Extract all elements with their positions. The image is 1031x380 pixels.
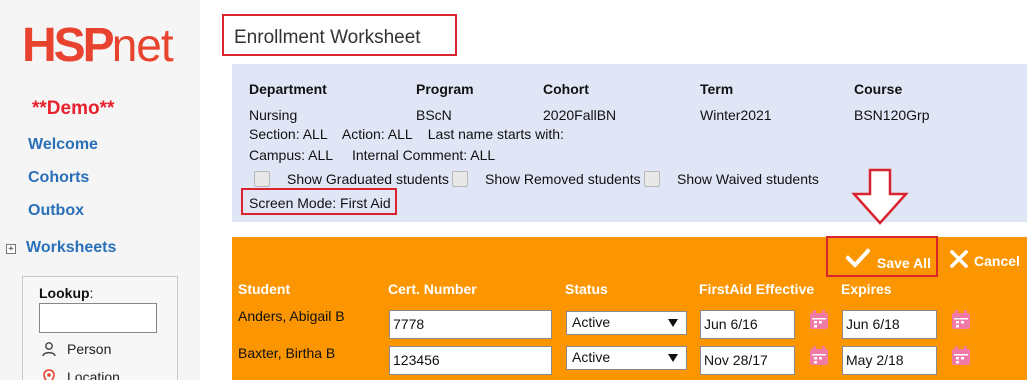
expires-input-row-1[interactable]: Jun 6/18 bbox=[842, 310, 937, 339]
nav-welcome[interactable]: Welcome bbox=[28, 136, 98, 154]
lookup-input[interactable] bbox=[39, 303, 157, 333]
column-header-expires: Expires bbox=[841, 281, 892, 297]
column-header-firstaid-effective: FirstAid Effective bbox=[699, 281, 815, 297]
checkmark-icon bbox=[846, 248, 870, 268]
header-course: Course bbox=[854, 81, 903, 97]
expires-input-row-2[interactable]: May 2/18 bbox=[842, 346, 937, 375]
down-arrow-annotation-icon bbox=[851, 168, 909, 225]
cert-number-input-row-1[interactable]: 7778 bbox=[389, 310, 552, 339]
calendar-icon[interactable] bbox=[950, 309, 972, 331]
logo-secondary: net bbox=[111, 19, 174, 71]
value-term: Winter2021 bbox=[700, 107, 772, 123]
value-cohort: 2020FallBN bbox=[543, 107, 617, 123]
filters-line: Section: ALL Action: ALL Last name start… bbox=[249, 126, 564, 142]
expand-plus-icon[interactable]: + bbox=[6, 244, 16, 254]
firstaid-effective-input-row-1[interactable]: Jun 6/16 bbox=[700, 310, 795, 339]
checkbox-show-removed-label: Show Removed students bbox=[485, 171, 641, 187]
nav-cohorts[interactable]: Cohorts bbox=[28, 169, 89, 187]
dropdown-caret-icon bbox=[668, 319, 678, 327]
campus-line: Campus: ALL Internal Comment: ALL bbox=[249, 147, 496, 163]
student-name-row-1: Anders, Abigail B bbox=[238, 308, 345, 324]
screen-mode-text: Screen Mode: First Aid bbox=[249, 195, 391, 211]
lookup-panel: Lookup: Person Location bbox=[22, 276, 178, 380]
page-title-highlight: Enrollment Worksheet bbox=[222, 14, 457, 56]
firstaid-effective-input-row-2[interactable]: Nov 28/17 bbox=[700, 346, 795, 375]
cert-number-input-row-2[interactable]: 123456 bbox=[389, 346, 552, 375]
sidebar: HSPnet **Demo** Welcome Cohorts Outbox +… bbox=[0, 0, 200, 380]
status-select-value-row-1: Active bbox=[572, 314, 611, 330]
lookup-option-person[interactable]: Person bbox=[41, 341, 111, 357]
demo-label: **Demo** bbox=[32, 98, 115, 119]
logo-primary: HSP bbox=[22, 19, 115, 72]
dropdown-caret-icon bbox=[668, 354, 678, 362]
column-header-student: Student bbox=[238, 281, 291, 297]
value-course: BSN120Grp bbox=[854, 107, 930, 123]
checkbox-show-waived-label: Show Waived students bbox=[677, 171, 819, 187]
lookup-label-row: Lookup: bbox=[39, 285, 93, 301]
close-icon bbox=[950, 250, 968, 268]
value-department: Nursing bbox=[249, 107, 298, 123]
header-program: Program bbox=[416, 81, 474, 97]
column-header-cert-number: Cert. Number bbox=[388, 281, 477, 297]
page-title: Enrollment Worksheet bbox=[234, 27, 421, 48]
nav-worksheets[interactable]: Worksheets bbox=[26, 239, 116, 257]
nav-outbox[interactable]: Outbox bbox=[28, 202, 84, 220]
lookup-label: Lookup bbox=[39, 285, 90, 301]
checkbox-show-waived[interactable] bbox=[644, 171, 660, 187]
student-name-row-2: Baxter, Birtha B bbox=[238, 345, 336, 361]
screen-mode-highlight: Screen Mode: First Aid bbox=[241, 188, 397, 215]
hspnet-logo[interactable]: HSPnet bbox=[22, 19, 174, 72]
lookup-label-colon: : bbox=[89, 285, 94, 301]
header-term: Term bbox=[700, 81, 734, 97]
value-program: BScN bbox=[416, 107, 452, 123]
status-select-row-2[interactable]: Active bbox=[566, 346, 687, 370]
header-cohort: Cohort bbox=[543, 81, 589, 97]
lookup-option-location-label: Location bbox=[67, 369, 120, 380]
calendar-icon[interactable] bbox=[808, 309, 830, 331]
lookup-option-person-label: Person bbox=[67, 341, 112, 357]
column-header-status: Status bbox=[565, 281, 608, 297]
calendar-icon[interactable] bbox=[808, 345, 830, 367]
checkbox-show-graduated[interactable] bbox=[254, 171, 270, 187]
lookup-option-location[interactable]: Location bbox=[41, 369, 120, 380]
person-icon bbox=[42, 342, 56, 357]
status-select-value-row-2: Active bbox=[572, 349, 611, 365]
cancel-label: Cancel bbox=[974, 253, 1020, 269]
save-all-label: Save All bbox=[877, 255, 931, 271]
status-select-row-1[interactable]: Active bbox=[566, 311, 687, 335]
checkbox-show-removed[interactable] bbox=[452, 171, 468, 187]
cancel-button[interactable]: Cancel bbox=[948, 246, 1028, 276]
save-all-button[interactable]: Save All bbox=[826, 236, 938, 277]
checkbox-show-graduated-label: Show Graduated students bbox=[287, 171, 449, 187]
calendar-icon[interactable] bbox=[950, 345, 972, 367]
header-department: Department bbox=[249, 81, 327, 97]
location-pin-icon bbox=[43, 369, 55, 380]
